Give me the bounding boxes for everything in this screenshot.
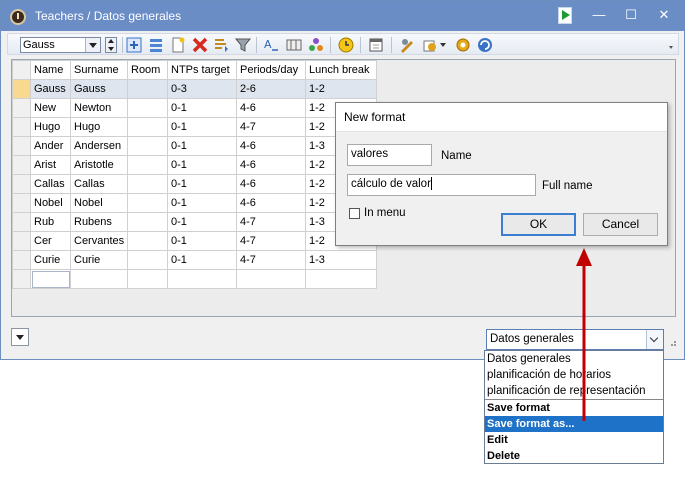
annotation-arrow (576, 248, 592, 421)
annotation-arrow-head (576, 248, 592, 266)
